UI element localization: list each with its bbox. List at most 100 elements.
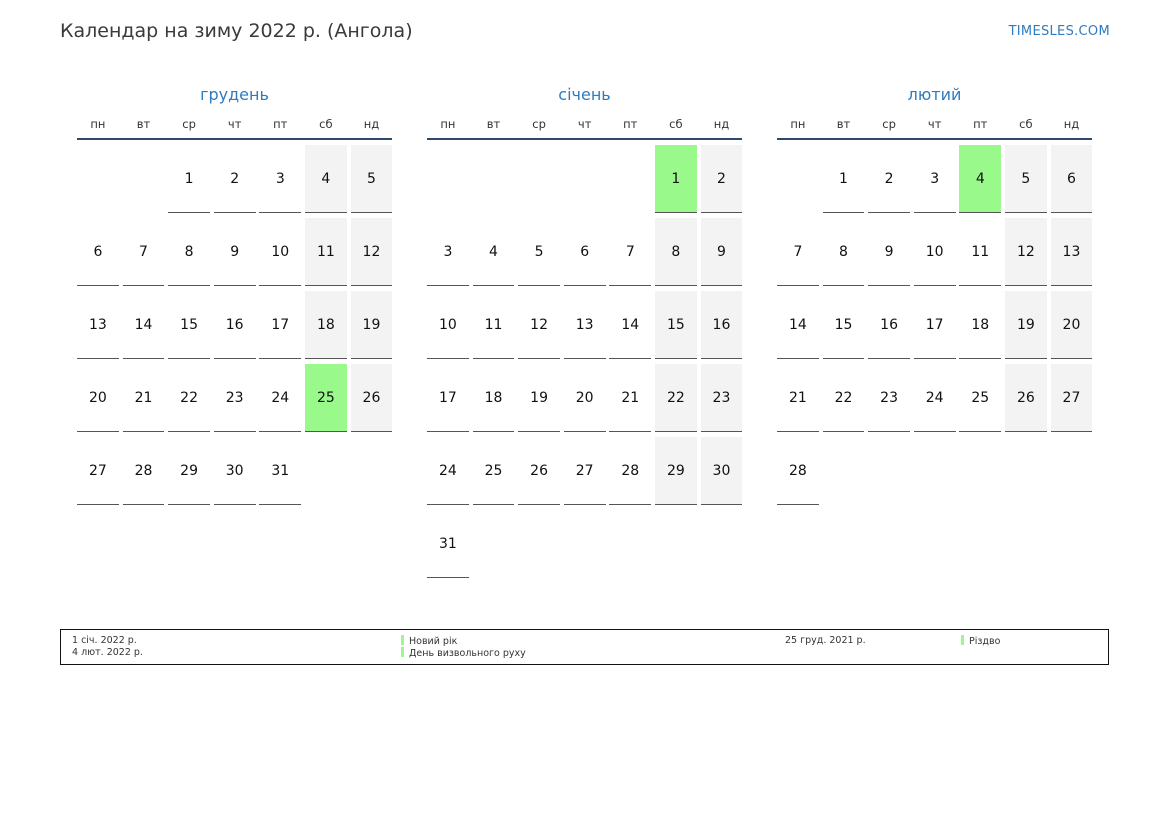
legend-date: 1 січ. 2022 р. [72, 635, 137, 646]
day-cell: 12 [350, 218, 393, 286]
day-cell: 13 [77, 291, 119, 359]
day-cell: 26 [1004, 364, 1047, 432]
day-cell: 11 [472, 291, 515, 359]
day-cell: 3 [259, 145, 302, 213]
day-cell: 7 [777, 218, 819, 286]
day-cell: 14 [122, 291, 165, 359]
day-cell: 5 [350, 145, 393, 213]
month-calendar-december: грудень пн вт ср чт пт сб нд 1 2 3 4 5 6 7 8 9 10 11 12 13… [77, 84, 393, 505]
weekday-header: пн вт ср чт пт сб нд [777, 116, 1092, 140]
day-cell: 21 [609, 364, 652, 432]
month-calendar-february: лютий пн вт ср чт пт сб нд 1 2 3 4 5 6 7 8 9 10 11 12 13 14… [777, 84, 1093, 505]
month-title: січень [558, 85, 611, 104]
legend-names-left: Новий рік День визвольного руху [401, 635, 526, 659]
day-cell: 30 [213, 437, 256, 505]
weekday-header: пн вт ср чт пт сб нд [427, 116, 742, 140]
empty-cell [518, 145, 560, 213]
day-cell: 30 [700, 437, 743, 505]
day-cell: 28 [777, 437, 819, 505]
day-cell: 1 [822, 145, 865, 213]
site-brand-link[interactable]: TIMESLES.COM [1009, 24, 1110, 39]
day-cell: 2 [700, 145, 743, 213]
day-cell: 2 [213, 145, 256, 213]
empty-cell [609, 145, 651, 213]
empty-cell [427, 145, 469, 213]
legend-date: 4 лют. 2022 р. [72, 647, 143, 658]
weekday-label: пн [790, 117, 806, 131]
day-cell: 22 [822, 364, 865, 432]
weekday-label: пн [90, 117, 106, 131]
weekday-label: ср [532, 117, 546, 131]
day-cell: 5 [518, 218, 560, 286]
month-title: лютий [907, 85, 962, 104]
day-cell: 6 [77, 218, 119, 286]
empty-cell [123, 145, 165, 213]
day-cell: 20 [1050, 291, 1093, 359]
month-title: грудень [200, 85, 269, 104]
day-cell: 15 [822, 291, 865, 359]
day-cell: 6 [563, 218, 606, 286]
weekday-label: нд [1063, 117, 1080, 131]
day-cell: 13 [1050, 218, 1093, 286]
day-cell: 8 [168, 218, 210, 286]
day-cell: 18 [959, 291, 1002, 359]
day-cell: 29 [654, 437, 697, 505]
day-cell: 4 [472, 218, 515, 286]
day-cell: 25 [959, 364, 1002, 432]
day-cell: 25 [304, 364, 347, 432]
day-cell: 17 [427, 364, 469, 432]
weekday-label: сб [319, 117, 333, 131]
legend-date: 25 груд. 2021 р. [785, 635, 866, 646]
legend-holiday-name: Різдво [969, 636, 1001, 647]
day-cell: 12 [518, 291, 560, 359]
day-cell: 2 [868, 145, 910, 213]
empty-cell [473, 145, 515, 213]
day-cell: 19 [1004, 291, 1047, 359]
day-cell: 29 [168, 437, 210, 505]
day-cell: 17 [259, 291, 302, 359]
legend-dates-left: 1 січ. 2022 р. 4 лют. 2022 р. [72, 635, 143, 659]
holiday-color-swatch [401, 635, 404, 645]
day-cell: 14 [609, 291, 652, 359]
legend-dates-right: 25 груд. 2021 р. [785, 635, 866, 647]
day-cell: 28 [122, 437, 165, 505]
day-cell: 1 [168, 145, 210, 213]
legend-item: Різдво [961, 635, 1000, 647]
day-cell: 27 [1050, 364, 1093, 432]
legend-item: Новий рік [401, 635, 526, 647]
weekday-header: пн вт ср чт пт сб нд [77, 116, 392, 140]
day-cell: 21 [122, 364, 165, 432]
day-cell: 27 [563, 437, 606, 505]
day-cell: 26 [518, 437, 560, 505]
day-cell: 19 [350, 291, 393, 359]
weekday-label: нд [713, 117, 730, 131]
weekday-label: пт [273, 117, 288, 131]
day-cell: 6 [1050, 145, 1093, 213]
day-cell: 7 [122, 218, 165, 286]
weekday-label: чт [577, 117, 592, 131]
day-cell: 24 [913, 364, 956, 432]
day-cell: 11 [304, 218, 347, 286]
day-cell: 16 [213, 291, 256, 359]
day-cell: 11 [959, 218, 1002, 286]
day-cell: 8 [822, 218, 865, 286]
day-cell: 7 [609, 218, 652, 286]
legend-names-right: Різдво [961, 635, 1000, 647]
page-title: Календар на зиму 2022 р. (Ангола) [60, 20, 413, 42]
weekday-label: ср [182, 117, 196, 131]
weekday-label: вт [136, 117, 151, 131]
weekday-label: нд [363, 117, 380, 131]
weekday-label: ср [882, 117, 896, 131]
day-cell: 4 [304, 145, 347, 213]
weekday-label: сб [1019, 117, 1033, 131]
day-cell: 21 [777, 364, 819, 432]
day-cell: 13 [563, 291, 606, 359]
day-cell: 14 [777, 291, 819, 359]
weekday-label: вт [836, 117, 851, 131]
weekday-label: пн [440, 117, 456, 131]
weekday-label: сб [669, 117, 683, 131]
day-cell: 24 [259, 364, 302, 432]
day-cell: 15 [168, 291, 210, 359]
day-cell: 23 [213, 364, 256, 432]
day-cell: 3 [427, 218, 469, 286]
